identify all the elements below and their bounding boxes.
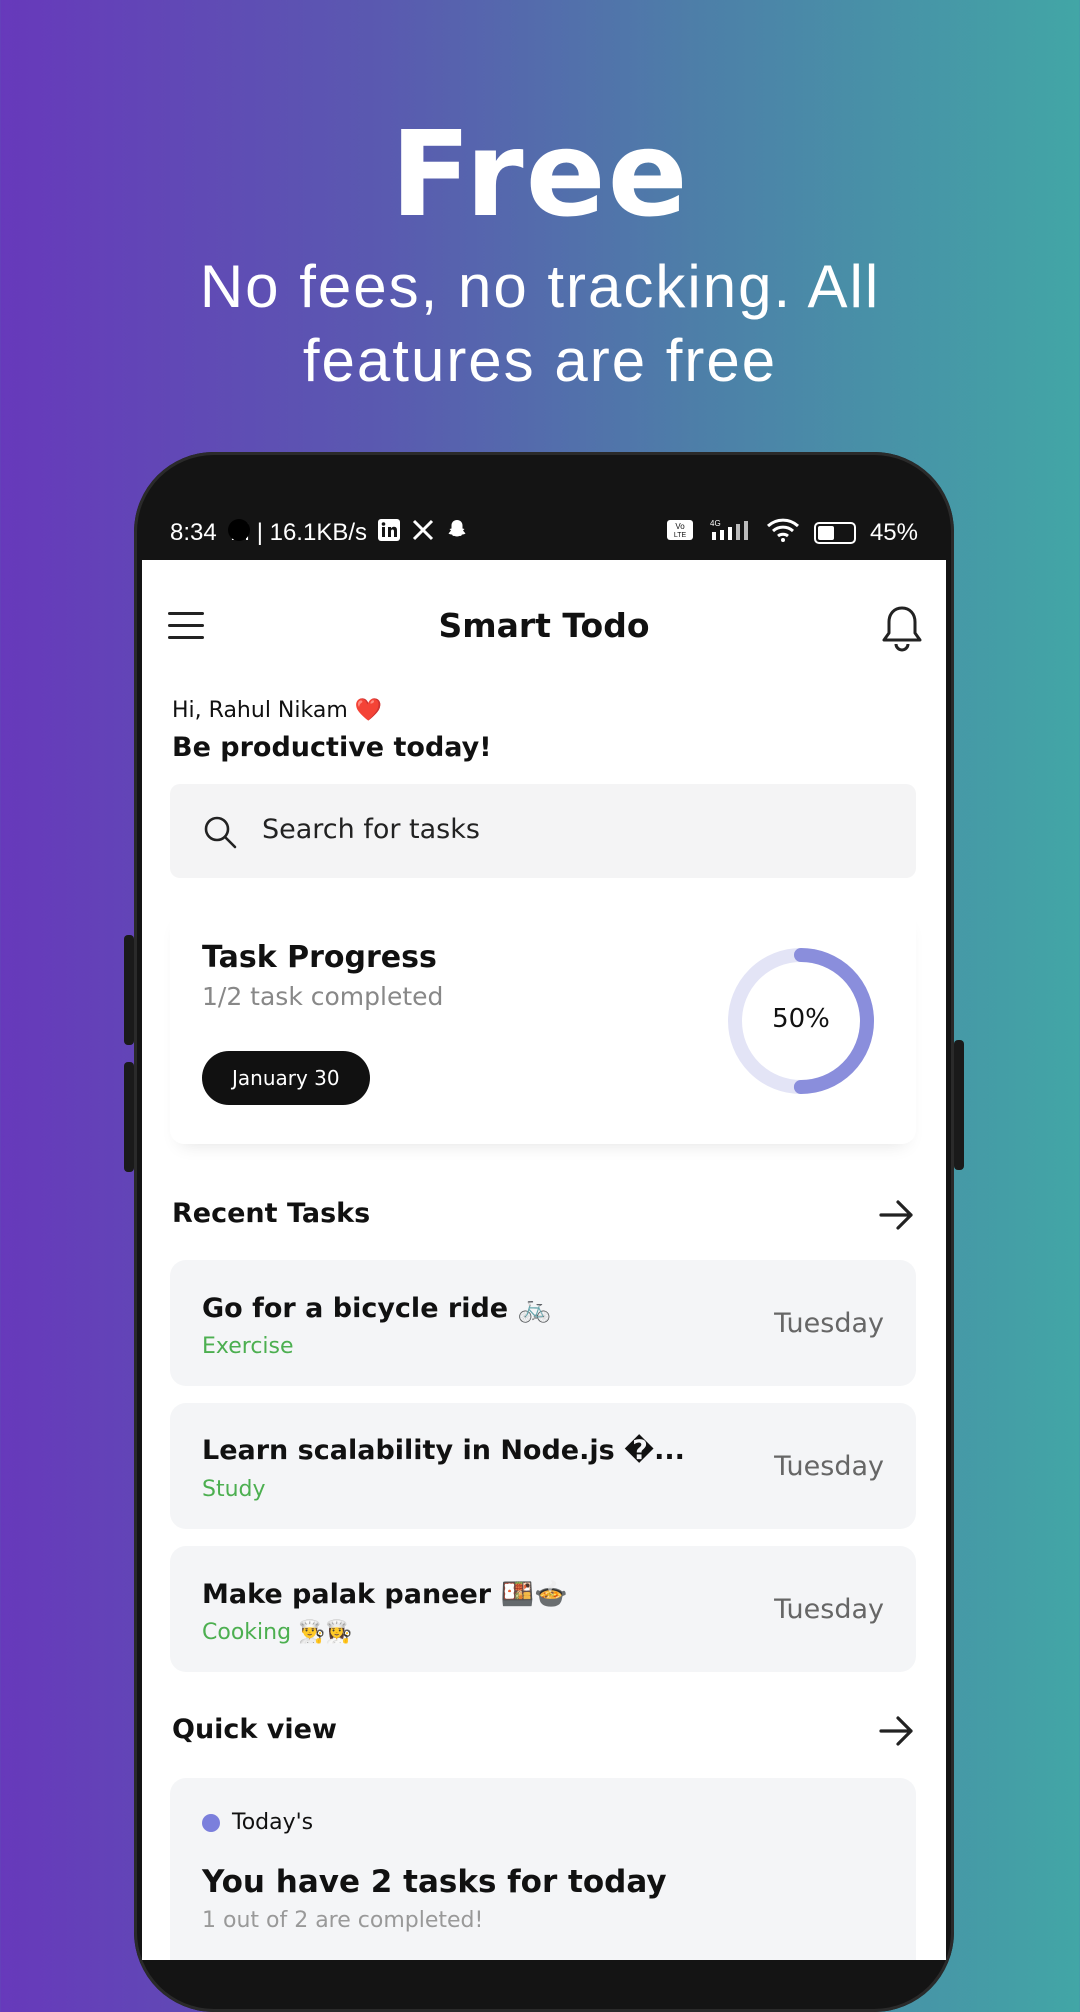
- wifi-icon: [766, 518, 800, 548]
- progress-title: Task Progress: [202, 940, 437, 975]
- bell-icon[interactable]: [880, 604, 924, 652]
- promo-title: Free: [390, 105, 690, 243]
- quick-view-title: You have 2 tasks for today: [202, 1864, 667, 1900]
- task-progress-card[interactable]: Task Progress 1/2 task completed January…: [170, 908, 916, 1144]
- tagline-text: Be productive today!: [172, 732, 492, 763]
- search-input[interactable]: Search for tasks: [170, 784, 916, 878]
- greeting-text: Hi, Rahul Nikam ❤️: [172, 698, 383, 723]
- app-title: Smart Todo: [438, 606, 650, 645]
- date-badge: January 30: [202, 1051, 370, 1105]
- task-card[interactable]: Make palak paneer 🍱🍲 Cooking 👨‍🍳👩‍🍳 Tues…: [170, 1546, 916, 1672]
- task-card[interactable]: Go for a bicycle ride 🚲 Exercise Tuesday: [170, 1260, 916, 1386]
- signal-icon: 4G: [708, 518, 752, 548]
- task-category: Cooking 👨‍🍳👩‍🍳: [202, 1620, 353, 1645]
- recent-tasks-heading: Recent Tasks: [172, 1198, 371, 1229]
- task-title: Go for a bicycle ride 🚲: [202, 1293, 552, 1324]
- status-time: 8:34 M | 16.1KB/s: [170, 519, 368, 546]
- quick-view-subtitle: 1 out of 2 are completed!: [202, 1908, 484, 1933]
- quick-view-card[interactable]: Today's You have 2 tasks for today 1 out…: [170, 1778, 916, 1960]
- task-day: Tuesday: [774, 1594, 884, 1625]
- task-title: Learn scalability in Node.js �...: [202, 1435, 685, 1466]
- quick-view-heading: Quick view: [172, 1714, 337, 1745]
- app-header: Smart Todo: [142, 560, 946, 690]
- task-card[interactable]: Learn scalability in Node.js �... Study …: [170, 1403, 916, 1529]
- task-day: Tuesday: [774, 1308, 884, 1339]
- svg-text:LTE: LTE: [674, 532, 687, 539]
- linkedin-icon: [377, 518, 401, 548]
- snapchat-icon: [445, 518, 469, 548]
- battery-percent: 45%: [869, 519, 918, 546]
- progress-percent: 50%: [772, 1004, 830, 1034]
- x-icon: [411, 518, 435, 548]
- svg-text:Vo: Vo: [675, 522, 685, 531]
- quick-view-label: Today's: [232, 1810, 314, 1835]
- search-icon: [202, 814, 238, 850]
- task-title: Make palak paneer 🍱🍲: [202, 1579, 568, 1610]
- task-category: Exercise: [202, 1334, 294, 1359]
- svg-text:4G: 4G: [710, 519, 721, 528]
- volume-up-button: [124, 935, 134, 1045]
- promo-subtitle: No fees, no tracking. All features are f…: [199, 253, 881, 394]
- power-button: [954, 1040, 964, 1170]
- search-placeholder: Search for tasks: [262, 814, 480, 845]
- recent-tasks-arrow-icon[interactable]: [878, 1198, 916, 1232]
- volume-down-button: [124, 1062, 134, 1172]
- status-bar: 8:34 M | 16.1KB/s Vo LTE 4G 45%: [142, 500, 946, 560]
- task-category: Study: [202, 1477, 266, 1502]
- task-day: Tuesday: [774, 1451, 884, 1482]
- today-dot-icon: [202, 1814, 220, 1832]
- volte-icon: Vo LTE: [666, 518, 694, 548]
- app-screen: Smart Todo Hi, Rahul Nikam ❤️ Be product…: [142, 560, 946, 1960]
- quick-view-arrow-icon[interactable]: [878, 1714, 916, 1748]
- battery-icon: [813, 522, 856, 544]
- front-camera: [228, 519, 250, 541]
- progress-subtitle: 1/2 task completed: [202, 982, 444, 1011]
